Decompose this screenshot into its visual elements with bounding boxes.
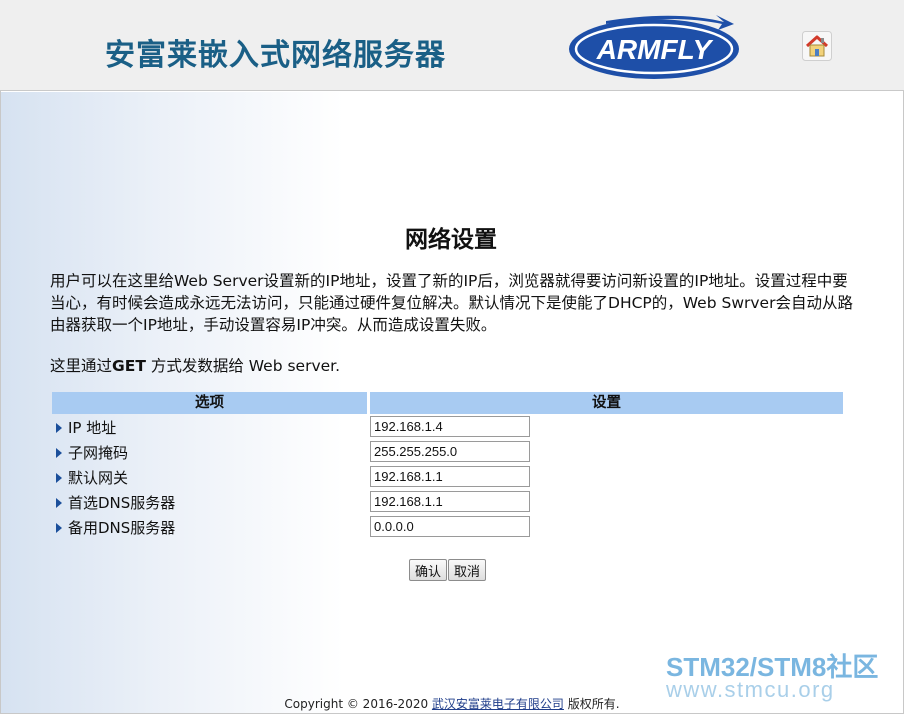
method-bold: GET [112,357,146,375]
table-row-dns1: 首选DNS服务器 [52,489,843,514]
netmask-label: 子网掩码 [68,444,129,462]
table-row-netmask: 子网掩码 [52,439,843,464]
arrow-right-icon [56,472,62,483]
column-header-setting: 设置 [370,392,843,414]
table-row-gateway: 默认网关 [52,464,843,489]
form-buttons: 确认 取消 [409,559,487,581]
gateway-input[interactable] [370,466,530,487]
ip-label: IP 地址 [68,419,117,437]
page-header: 安富莱嵌入式网络服务器 ARMFLY [0,0,904,91]
site-title: 安富莱嵌入式网络服务器 [105,38,446,73]
row-label-gateway: 默认网关 [56,467,128,488]
row-label-netmask: 子网掩码 [56,442,128,463]
company-link[interactable]: 武汉安富莱电子有限公司 [432,697,564,711]
method-note: 这里通过GET 方式发数据给 Web server. [50,354,340,376]
table-row-ip: IP 地址 [52,414,843,439]
armfly-logo: ARMFLY [569,15,739,79]
gateway-label: 默认网关 [68,469,129,487]
method-prefix: 这里通过 [50,357,113,375]
secondary-dns-input[interactable] [370,516,530,537]
home-icon[interactable] [802,31,832,61]
table-header-row: 选项 设置 [52,392,843,414]
table-row-dns2: 备用DNS服务器 [52,514,843,539]
row-label-dns1: 首选DNS服务器 [56,492,175,513]
site-watermark: STM32/STM8社区 www.stmcu.org [666,654,878,701]
primary-dns-input[interactable] [370,491,530,512]
method-suffix: 方式发数据给 Web server. [145,357,341,375]
subnet-mask-input[interactable] [370,441,530,462]
row-label-ip: IP 地址 [56,417,116,438]
intro-text: 用户可以在这里给Web Server设置新的IP地址，设置了新的IP后，浏览器就… [50,272,853,334]
confirm-button[interactable]: 确认 [409,559,448,581]
dns2-label: 备用DNS服务器 [68,519,176,537]
column-header-option: 选项 [52,392,367,414]
dns1-label: 首选DNS服务器 [68,494,176,512]
arrow-right-icon [56,447,62,458]
cancel-button[interactable]: 取消 [448,559,487,581]
page-footer: Copyright © 2016-2020 武汉安富莱电子有限公司 版权所有. [0,695,904,712]
arrow-right-icon [56,497,62,508]
page-title: 网络设置 [405,227,497,253]
copyright-text: Copyright © 2016-2020 [284,697,432,711]
row-label-dns2: 备用DNS服务器 [56,517,175,538]
ip-address-input[interactable] [370,416,530,437]
rights-text: 版权所有. [563,697,620,711]
arrow-right-icon [56,522,62,533]
logo-text: ARMFLY [596,34,714,65]
settings-table: 选项 设置 IP 地址 子网掩码 默认网关 首选DNS服务器 备用DNS服务器 [52,392,843,539]
arrow-right-icon [56,422,62,433]
